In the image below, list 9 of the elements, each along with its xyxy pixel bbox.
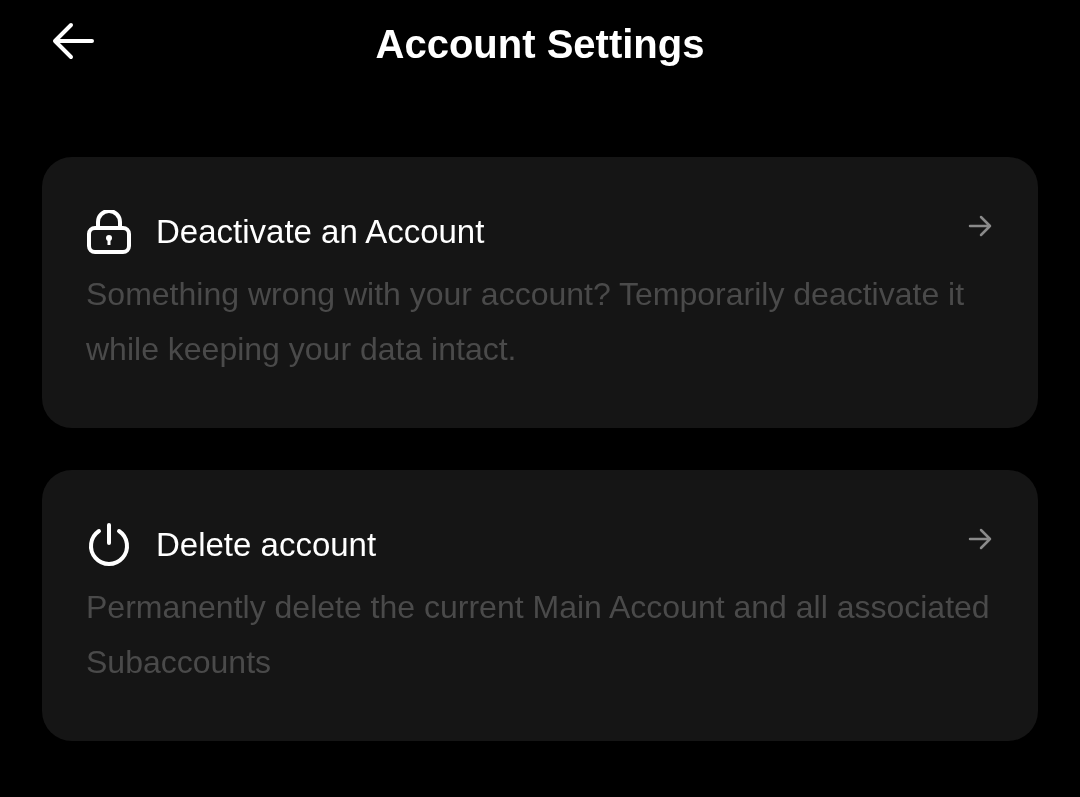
option-title: Delete account: [156, 526, 378, 564]
back-button[interactable]: [52, 22, 94, 60]
lock-icon: [86, 210, 132, 254]
power-icon: [86, 523, 132, 567]
arrow-right-icon: [968, 215, 992, 237]
arrow-right-icon: [968, 528, 992, 550]
option-title: Deactivate an Account: [156, 213, 486, 251]
page-title: Account Settings: [375, 21, 705, 67]
back-arrow-icon: [52, 22, 94, 60]
